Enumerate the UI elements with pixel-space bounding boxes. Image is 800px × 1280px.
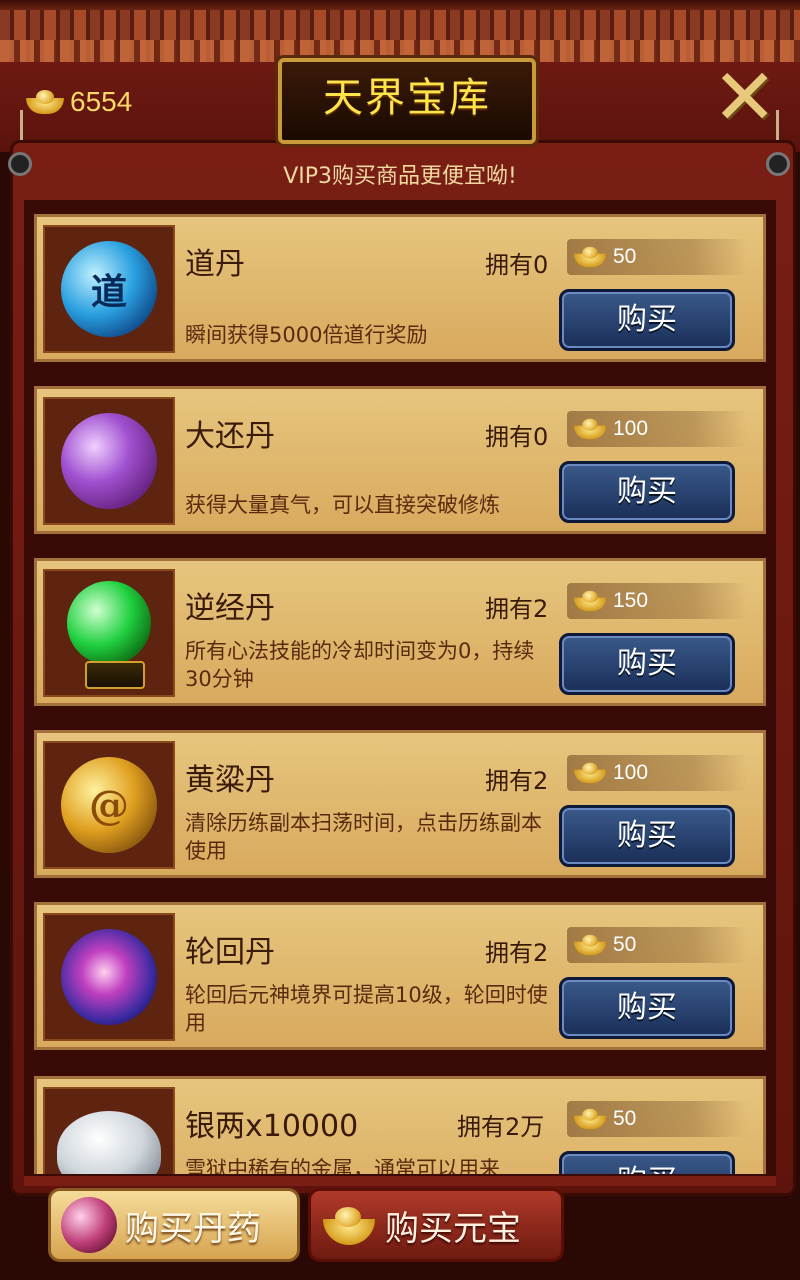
list-item: @ 黄粱丹 拥有2 100 清除历练副本扫荡时间，点击历练副本使用 购买 — [34, 730, 766, 878]
item-name: 逆经丹 — [185, 591, 275, 626]
item-icon-frame — [43, 569, 175, 697]
tab-buy-ingots[interactable]: 购买元宝 — [308, 1188, 564, 1262]
item-description: 所有心法技能的冷却时间变为0，持续30分钟 — [185, 639, 535, 691]
list-item: 银两x10000 拥有2万 50 雪狱中稀有的金属，通常可以用来 购买 — [34, 1076, 766, 1174]
close-x-icon: ✕ — [712, 53, 778, 143]
buy-button[interactable]: 购买 — [559, 461, 735, 523]
price-value: 50 — [613, 245, 637, 268]
list-item: 大还丹 拥有0 100 获得大量真气，可以直接突破修炼 购买 — [34, 386, 766, 534]
gold-ingot-icon — [573, 418, 607, 440]
buy-button[interactable]: 购买 — [559, 805, 735, 867]
price-tag: 100 — [567, 755, 747, 791]
owned-count: 拥有2万 — [457, 1113, 545, 1141]
item-description: 雪狱中稀有的金属，通常可以用来 — [185, 1157, 500, 1174]
buy-button[interactable]: 购买 — [559, 633, 735, 695]
item-icon-frame — [43, 397, 175, 525]
price-tag: 100 — [567, 411, 747, 447]
buy-button[interactable]: 购买 — [559, 1151, 735, 1174]
currency-amount: 6554 — [70, 86, 133, 117]
gold-ingot-icon — [573, 1108, 607, 1130]
gold-ingot-icon — [321, 1197, 377, 1253]
galaxy-orb-icon — [61, 929, 157, 1025]
item-description: 瞬间获得5000倍道行奖励 — [185, 323, 428, 347]
price-tag: 50 — [567, 1101, 747, 1137]
pill-orb-icon — [61, 1197, 117, 1253]
roof-decoration — [0, 0, 800, 66]
buy-button[interactable]: 购买 — [559, 289, 735, 351]
owned-count: 拥有2 — [485, 939, 549, 967]
gold-orb-icon: @ — [61, 757, 157, 853]
item-description: 获得大量真气，可以直接突破修炼 — [185, 493, 500, 517]
list-clip: 银两x10000 拥有2万 50 雪狱中稀有的金属，通常可以用来 购买 — [24, 1074, 776, 1174]
item-description: 轮回后元神境界可提高10级，轮回时使用 — [185, 983, 548, 1035]
owned-count: 拥有0 — [485, 251, 549, 279]
list-item: 逆经丹 拥有2 150 所有心法技能的冷却时间变为0，持续30分钟 购买 — [34, 558, 766, 706]
item-icon-frame — [43, 913, 175, 1041]
gold-ingot-icon — [573, 590, 607, 612]
owned-count: 拥有2 — [485, 595, 549, 623]
gold-ingot-icon — [573, 762, 607, 784]
price-tag: 50 — [567, 239, 747, 275]
orb-stand — [85, 661, 145, 689]
silver-ingot-icon — [57, 1111, 161, 1174]
item-icon-frame: 道 — [43, 225, 175, 353]
gold-ingot-icon — [573, 934, 607, 956]
price-value: 100 — [613, 761, 649, 784]
tab-label: 购买丹药 — [125, 1208, 261, 1249]
green-orb-icon — [67, 581, 151, 665]
buy-button[interactable]: 购买 — [559, 977, 735, 1039]
item-name: 大还丹 — [185, 419, 275, 454]
price-value: 50 — [613, 933, 637, 956]
item-icon-frame: @ — [43, 741, 175, 869]
price-value: 50 — [613, 1107, 637, 1130]
vip-notice: VIP3购买商品更便宜呦! — [283, 164, 517, 189]
close-button[interactable]: ✕ — [712, 59, 777, 137]
list-bottom-border — [24, 1176, 776, 1186]
item-name: 轮回丹 — [185, 935, 275, 970]
price-value: 150 — [613, 589, 649, 612]
gold-ingot-icon — [26, 90, 64, 114]
price-tag: 150 — [567, 583, 747, 619]
price-value: 100 — [613, 417, 649, 440]
page-title: 天界宝库 — [278, 58, 536, 144]
tab-label: 购买元宝 — [385, 1208, 521, 1249]
list-item: 轮回丹 拥有2 50 轮回后元神境界可提高10级，轮回时使用 购买 — [34, 902, 766, 1050]
tab-buy-pills[interactable]: 购买丹药 — [48, 1188, 300, 1262]
item-name: 道丹 — [185, 247, 245, 282]
owned-count: 拥有2 — [485, 767, 549, 795]
price-tag: 50 — [567, 927, 747, 963]
currency-display: 6554 — [26, 86, 132, 118]
item-name: 银两x10000 — [185, 1109, 359, 1144]
item-icon-frame — [43, 1087, 175, 1174]
item-description: 清除历练副本扫荡时间，点击历练副本使用 — [185, 811, 542, 863]
item-name: 黄粱丹 — [185, 763, 275, 798]
purple-orb-icon — [61, 413, 157, 509]
gold-ingot-icon — [573, 246, 607, 268]
owned-count: 拥有0 — [485, 423, 549, 451]
list-item: 道 道丹 拥有0 50 瞬间获得5000倍道行奖励 购买 — [34, 214, 766, 362]
blue-dan-orb-icon: 道 — [61, 241, 157, 337]
